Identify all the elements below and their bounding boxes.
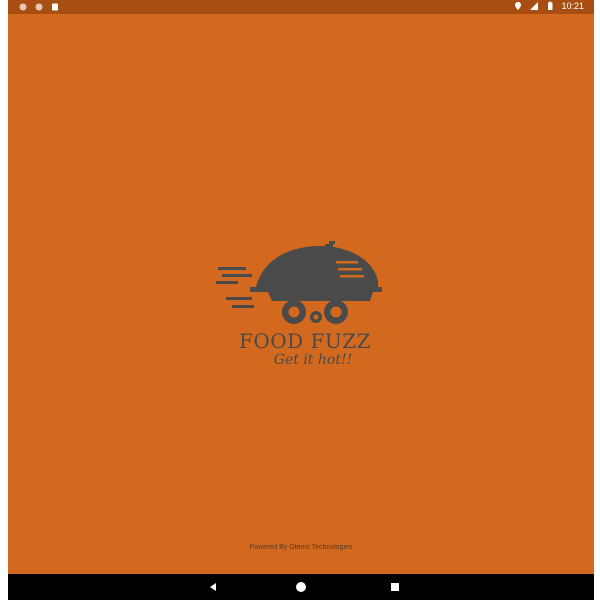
battery-icon (548, 1, 553, 10)
recents-button[interactable] (387, 579, 403, 595)
device-screen: 10:21 FOOD FUZZ Get it hot!! Powered By … (8, 0, 594, 600)
sim-icon (52, 3, 58, 11)
signal-icon (530, 2, 539, 10)
brand-tagline: Get it hot!! (273, 352, 353, 368)
powered-by-text: Powered By Otems Technologies (249, 544, 353, 551)
brand-name: FOOD FUZZ (238, 329, 372, 353)
notification-icon (19, 3, 27, 11)
back-icon (210, 583, 216, 591)
recents-icon (391, 583, 399, 591)
home-icon (296, 582, 306, 592)
status-notifications (18, 2, 60, 12)
splash-screen: FOOD FUZZ Get it hot!! Powered By Otems … (8, 14, 594, 574)
app-logo: FOOD FUZZ Get it hot!! (208, 229, 408, 374)
status-bar: 10:21 (8, 0, 594, 14)
status-system: 10:21 (513, 1, 584, 11)
notification-icon (35, 3, 43, 11)
status-time: 10:21 (561, 1, 584, 11)
navigation-bar (8, 574, 594, 600)
delivery-cart-icon (216, 241, 382, 324)
location-icon (515, 2, 522, 10)
home-button[interactable] (293, 579, 309, 595)
back-button[interactable] (205, 579, 221, 595)
